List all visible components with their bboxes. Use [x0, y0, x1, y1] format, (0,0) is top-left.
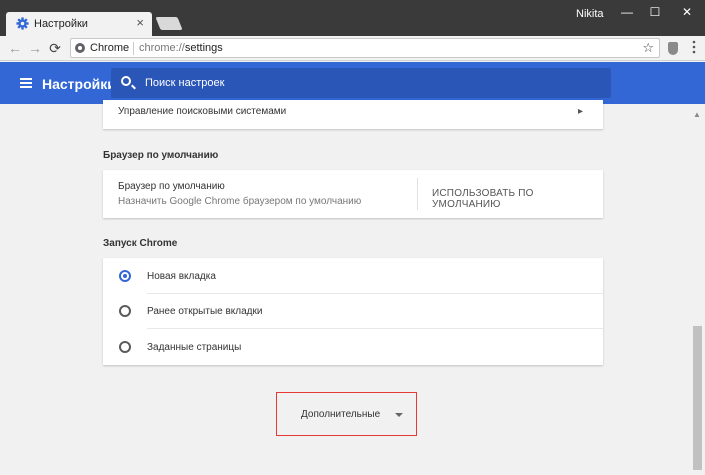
browser-toolbar: ← → ⟳ Chrome chrome://settings ☆ — [0, 36, 705, 61]
default-browser-row-subtitle: Назначить Google Chrome браузером по умо… — [118, 196, 362, 207]
startup-option-label: Новая вкладка — [147, 271, 216, 282]
startup-card: Новая вкладка Ранее открытые вкладки Зад… — [103, 258, 603, 365]
search-icon — [121, 76, 131, 86]
site-chip: Chrome — [90, 42, 130, 54]
startup-option-label: Заданные страницы — [147, 342, 242, 353]
new-tab-button[interactable] — [155, 17, 183, 30]
startup-section-title: Запуск Chrome — [103, 238, 178, 249]
hamburger-menu-icon[interactable] — [20, 78, 32, 88]
minimize-button[interactable]: — — [612, 2, 642, 22]
manage-search-engines-row[interactable]: Управление поисковыми системами — [118, 106, 286, 117]
chevron-right-icon[interactable]: ▸ — [578, 106, 583, 117]
kebab-menu-icon — [692, 40, 696, 54]
advanced-settings-button[interactable]: Дополнительные — [276, 392, 417, 436]
radio-new-tab[interactable] — [119, 270, 131, 282]
browser-menu-icon[interactable] — [690, 40, 698, 54]
bookmark-star-icon[interactable]: ☆ — [642, 40, 654, 56]
chrome-icon — [75, 43, 85, 53]
profile-name[interactable]: Nikita — [576, 8, 604, 20]
gear-icon — [16, 17, 29, 30]
tab-settings[interactable]: Настройки × — [6, 12, 152, 36]
row-divider — [147, 328, 603, 329]
close-window-button[interactable]: ✕ — [672, 2, 702, 22]
make-default-button[interactable]: ИСПОЛЬЗОВАТЬ ПО УМОЛЧАНИЮ — [432, 188, 603, 210]
address-bar[interactable]: Chrome chrome://settings ☆ — [70, 38, 660, 58]
default-browser-row-title: Браузер по умолчанию — [118, 181, 225, 192]
scroll-up-arrow-icon[interactable]: ▲ — [693, 110, 701, 119]
maximize-button[interactable]: ☐ — [640, 2, 670, 22]
omnibox-divider — [133, 42, 134, 55]
back-button[interactable]: ← — [6, 39, 24, 57]
startup-option-label: Ранее открытые вкладки — [147, 306, 263, 317]
forward-button[interactable]: → — [26, 39, 44, 57]
row-divider — [147, 293, 603, 294]
search-engine-card: Управление поисковыми системами ▸ — [103, 100, 603, 129]
advanced-label: Дополнительные — [301, 409, 381, 420]
default-browser-section-title: Браузер по умолчанию — [103, 150, 219, 161]
scrollbar-thumb[interactable] — [693, 326, 702, 470]
settings-search-box[interactable] — [111, 68, 611, 98]
url-text[interactable]: chrome://settings — [139, 42, 223, 54]
radio-previous-tabs[interactable] — [119, 305, 131, 317]
url-scheme: chrome:// — [139, 42, 185, 54]
page-scrollbar[interactable]: ▲ — [690, 104, 705, 475]
radio-specific-pages[interactable] — [119, 341, 131, 353]
tab-title: Настройки — [34, 18, 88, 30]
tab-close-icon[interactable]: × — [136, 16, 144, 30]
window-titlebar: Настройки × Nikita — ☐ ✕ — [0, 0, 705, 36]
dropdown-arrow-icon — [395, 413, 403, 417]
reload-button[interactable]: ⟳ — [46, 39, 64, 57]
default-browser-card: Браузер по умолчанию Назначить Google Ch… — [103, 170, 603, 218]
settings-header: Настройки — [0, 62, 705, 104]
page-title: Настройки — [42, 76, 116, 92]
divider — [417, 178, 418, 210]
url-path: settings — [184, 42, 223, 54]
extension-shield-icon[interactable] — [668, 42, 678, 55]
search-input[interactable] — [145, 74, 595, 92]
